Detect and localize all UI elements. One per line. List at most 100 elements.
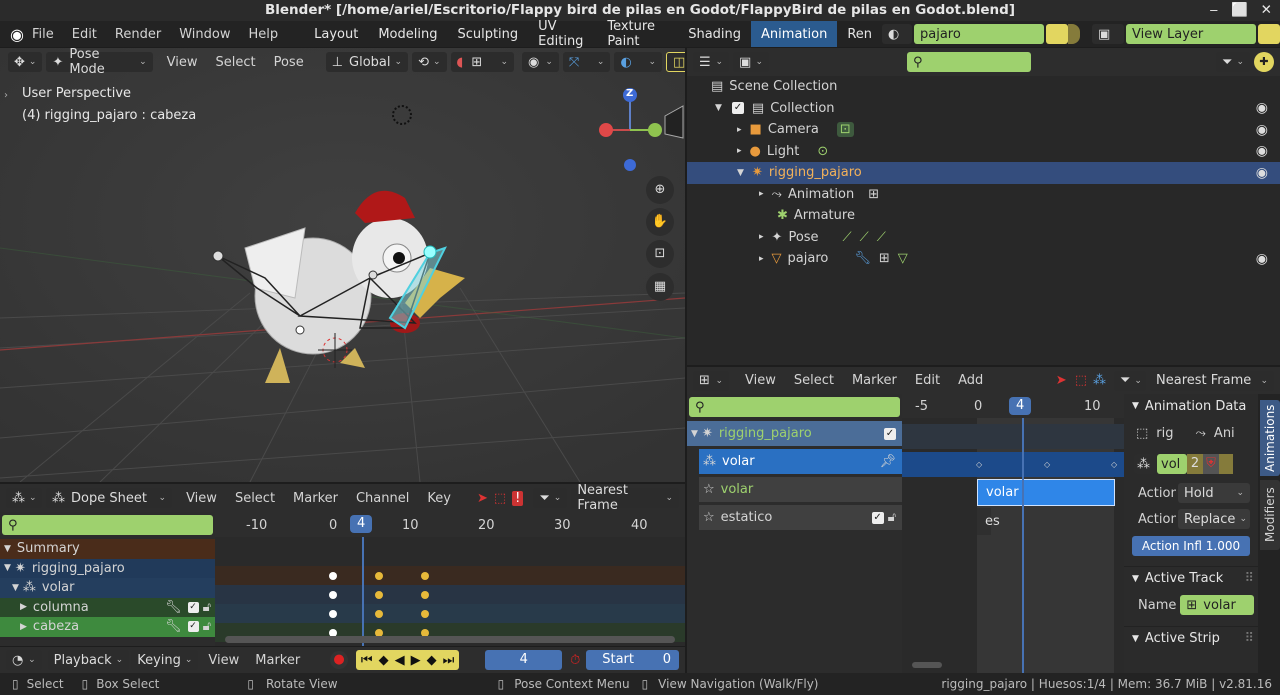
- only-selected-icon[interactable]: ➤: [477, 491, 488, 506]
- expand-arrow-icon[interactable]: ▼: [715, 103, 722, 113]
- outliner-filter-dropdown[interactable]: ⏷ ⌄: [1216, 52, 1250, 72]
- eye-icon[interactable]: ◉: [1256, 100, 1268, 116]
- outliner-row-scene-collection[interactable]: ▤ Scene Collection: [687, 76, 1280, 98]
- modifier-wrench-icon[interactable]: 🔧︎: [165, 619, 182, 634]
- nla-hscrollbar[interactable]: [912, 662, 942, 668]
- outliner-row-rigging-pajaro[interactable]: ▼ ✷ rigging_pajaro ◉: [687, 162, 1280, 184]
- channel-action[interactable]: ▼ ⁂ volar: [0, 578, 215, 598]
- play-icon[interactable]: ▶: [408, 653, 424, 668]
- dope-menu-view[interactable]: View: [186, 491, 217, 506]
- nla-strips-area[interactable]: -5 0 4 10 ◇ ◇ ◇ volar es: [902, 394, 1124, 673]
- action-browse-icon[interactable]: ⁂: [1134, 454, 1156, 474]
- zoom-icon[interactable]: ⊕: [646, 176, 674, 204]
- keyframe[interactable]: [421, 572, 429, 580]
- new-collection-icon[interactable]: ✚: [1254, 52, 1274, 72]
- outliner-row-animation[interactable]: ▸ ⤳ Animation ⊞: [687, 184, 1280, 206]
- channel-rig[interactable]: ▼ ✷ rigging_pajaro: [0, 558, 215, 578]
- channel-checkbox[interactable]: ✓: [187, 601, 199, 613]
- play-reverse-icon[interactable]: ◀: [392, 653, 408, 668]
- viewport-menu-pose[interactable]: Pose: [274, 55, 304, 70]
- next-keyframe-icon[interactable]: ◆: [424, 653, 440, 668]
- keyframe[interactable]: [375, 572, 383, 580]
- panel-active-track[interactable]: ▼ Active Track ⠿: [1124, 566, 1258, 590]
- nla-action-row[interactable]: ⁂ volar 📌︎: [699, 449, 902, 474]
- view-layer-selector[interactable]: ▣ View Layer: [1092, 24, 1280, 44]
- tab-uv-editing[interactable]: UV Editing: [528, 19, 597, 49]
- dope-menu-channel[interactable]: Channel: [356, 491, 409, 506]
- tab-modeling[interactable]: Modeling: [368, 21, 447, 47]
- keyframe[interactable]: [375, 610, 383, 618]
- tab-animations[interactable]: Animations: [1260, 400, 1280, 476]
- record-icon[interactable]: ●: [330, 651, 348, 669]
- viewport-3d[interactable]: ✥ ⌄ ✦ Pose Mode ⌄ View Select Pose ⊥ Global ⌄…: [0, 48, 685, 482]
- menu-file[interactable]: File: [32, 27, 54, 42]
- view-layer-copy-icon[interactable]: [1258, 24, 1280, 44]
- keyframe[interactable]: [421, 591, 429, 599]
- pan-hand-icon[interactable]: ✋: [646, 208, 674, 236]
- tab-sculpting[interactable]: Sculpting: [447, 21, 528, 47]
- action-users-count[interactable]: 2: [1187, 454, 1203, 474]
- outliner-row-pajaro[interactable]: ▸ ▽ pajaro 🔧︎ ⊞ ▽ ◉: [687, 248, 1280, 270]
- pin-icon[interactable]: 📌︎: [879, 454, 896, 469]
- jump-start-icon[interactable]: ⏮: [358, 653, 376, 668]
- ortho-grid-icon[interactable]: ▦: [646, 273, 674, 301]
- panel-active-strip[interactable]: ▼ Active Strip ⠿: [1124, 626, 1258, 650]
- fake-user-shield-icon[interactable]: ⛨: [1203, 454, 1219, 474]
- dope-menu-marker[interactable]: Marker: [293, 491, 338, 506]
- star-solo-icon[interactable]: ☆: [703, 482, 715, 497]
- menu-help[interactable]: Help: [248, 27, 278, 42]
- influence-slider[interactable]: Action Infl 1.000: [1132, 536, 1250, 556]
- warning-icon[interactable]: !: [512, 490, 524, 506]
- editor-type-icon[interactable]: ✥ ⌄: [8, 52, 43, 72]
- xray-toggle[interactable]: ◫: [665, 52, 685, 72]
- scene-name-field[interactable]: pajaro: [914, 24, 1044, 44]
- menu-edit[interactable]: Edit: [72, 27, 97, 42]
- playhead[interactable]: [362, 537, 364, 646]
- nla-menu-marker[interactable]: Marker: [852, 373, 897, 388]
- view-layer-icon[interactable]: ▣: [1092, 24, 1124, 44]
- blending-dropdown[interactable]: Replace ⌄: [1178, 509, 1250, 529]
- playback-dropdown[interactable]: Playback ⌄: [47, 650, 130, 670]
- tab-layout[interactable]: Layout: [304, 21, 368, 47]
- window-controls[interactable]: ‒ ⬜ ✕: [1210, 0, 1272, 21]
- lock-icon[interactable]: 🔓︎: [203, 600, 211, 615]
- dope-menu-key[interactable]: Key: [427, 491, 451, 506]
- toolbar-expand-arrow[interactable]: ›: [4, 90, 8, 101]
- scene-icon[interactable]: ◐: [882, 24, 912, 44]
- nla-snap-dropdown[interactable]: Nearest Frame ⌄: [1150, 370, 1274, 391]
- dope-filter-dropdown[interactable]: ⏷ ⌄: [533, 488, 568, 508]
- collection-checkbox[interactable]: ✓: [731, 102, 744, 115]
- nla-menu-add[interactable]: Add: [958, 373, 983, 388]
- stopwatch-icon[interactable]: ⏱: [570, 653, 580, 668]
- menu-render[interactable]: Render: [115, 27, 161, 42]
- nla-menu-edit[interactable]: Edit: [915, 373, 940, 388]
- nla-track-volar[interactable]: ☆ volar: [699, 477, 902, 502]
- eye-icon[interactable]: ◉: [1256, 143, 1268, 159]
- dope-mode-dropdown[interactable]: ⁂ Dope Sheet ⌄: [46, 488, 173, 508]
- only-selected-icon[interactable]: ➤: [1056, 373, 1067, 388]
- view-layer-field[interactable]: View Layer: [1126, 24, 1256, 44]
- viewport-menu-select[interactable]: Select: [215, 55, 255, 70]
- tab-rendering[interactable]: Ren: [837, 21, 874, 47]
- keyframe[interactable]: [421, 610, 429, 618]
- nla-menu-select[interactable]: Select: [794, 373, 834, 388]
- keying-dropdown[interactable]: Keying ⌄: [131, 650, 199, 670]
- channel-bone-columna[interactable]: ▶ columna 🔧︎ ✓ 🔓︎: [0, 597, 215, 617]
- timeline-menu-view[interactable]: View: [208, 653, 239, 668]
- keyframe[interactable]: [375, 591, 383, 599]
- include-missing-icon[interactable]: ⁂: [1093, 373, 1106, 388]
- light-data-icon[interactable]: ⊙: [817, 144, 828, 159]
- start-frame-field[interactable]: Start 0: [586, 650, 679, 670]
- hidden-icon[interactable]: ⬚: [1075, 373, 1087, 388]
- lock-icon[interactable]: 🔓︎: [203, 619, 211, 634]
- viewport-menu-view[interactable]: View: [167, 55, 198, 70]
- modifier-wrench-icon[interactable]: 🔧︎: [165, 600, 182, 615]
- tab-shading[interactable]: Shading: [678, 21, 751, 47]
- outliner-row-pose[interactable]: ▸ ✦ Pose ⟋⟋⟋: [687, 227, 1280, 249]
- lock-icon[interactable]: 🔓︎: [888, 510, 896, 525]
- timeline-editor-type-icon[interactable]: ◔ ⌄: [6, 650, 42, 670]
- nla-editor-type-icon[interactable]: ⊞ ⌄: [693, 370, 729, 391]
- action-copy-icon[interactable]: [1219, 454, 1233, 474]
- panel-animation-data[interactable]: ▼ Animation Data: [1124, 394, 1258, 418]
- outliner-row-light[interactable]: ▸ ● Light ⊙ ◉: [687, 141, 1280, 163]
